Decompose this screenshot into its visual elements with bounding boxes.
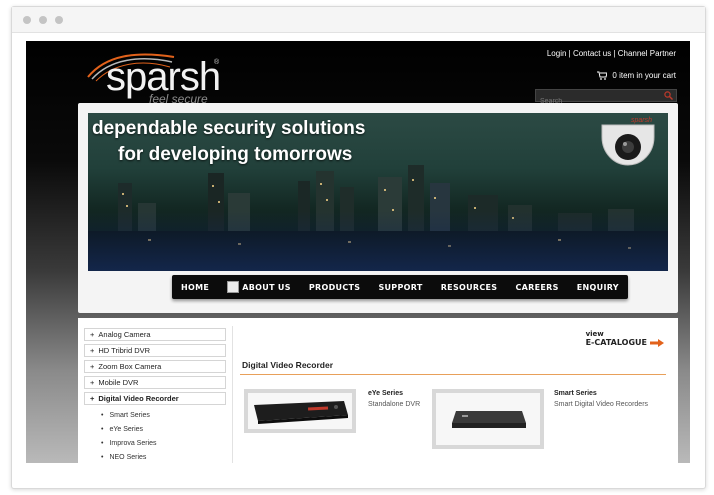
- cart-summary[interactable]: 0 item in your cart: [597, 71, 676, 80]
- bullet-icon: •: [101, 453, 104, 461]
- camera-brand-label: sparsh: [630, 117, 652, 124]
- contact-link[interactable]: Contact us: [573, 49, 611, 58]
- nav-about-us[interactable]: ABOUT US: [227, 281, 291, 293]
- plus-icon: +: [90, 346, 95, 355]
- login-link[interactable]: Login: [547, 49, 567, 58]
- product-desc-eye-series: Standalone DVR: [368, 401, 421, 408]
- sidebar-subitem-label: Improva Series: [109, 439, 157, 447]
- sidebar-item-label: HD Tribrid DVR: [98, 346, 151, 355]
- browser-frame: sparsh ® feel secure Login | Contact us …: [11, 6, 706, 489]
- search-box: [535, 89, 677, 107]
- plus-icon: +: [90, 330, 95, 339]
- browser-toolbar: [12, 7, 705, 33]
- site-logo[interactable]: sparsh ® feel secure: [86, 49, 226, 109]
- content-area: + Analog Camera + HD Tribrid DVR + Zoom …: [78, 318, 678, 463]
- page-viewport: sparsh ® feel secure Login | Contact us …: [26, 41, 690, 463]
- nav-about-us-label: ABOUT US: [242, 282, 291, 292]
- sidebar-item-hd-tribrid-dvr[interactable]: + HD Tribrid DVR: [84, 344, 226, 357]
- nav-resources[interactable]: RESOURCES: [441, 283, 498, 292]
- channel-partner-link[interactable]: Channel Partner: [618, 49, 676, 58]
- sidebar-item-zoom-box-camera[interactable]: + Zoom Box Camera: [84, 360, 226, 373]
- plus-icon: +: [90, 378, 95, 387]
- category-sidebar: + Analog Camera + HD Tribrid DVR + Zoom …: [84, 328, 226, 463]
- dvr-device-image: [452, 411, 526, 428]
- sidebar-subitem-label: NEO Series: [109, 453, 147, 461]
- banner-headline-line2: for developing tomorrows: [118, 144, 353, 165]
- banner-headline-line1: dependable security solutions: [92, 118, 366, 139]
- plus-icon: +: [90, 362, 95, 371]
- main-navigation: HOME ABOUT US PRODUCTS SUPPORT RESOURCES…: [172, 275, 628, 299]
- nav-products[interactable]: PRODUCTS: [309, 283, 360, 292]
- product-name-eye-series[interactable]: eYe Series: [368, 390, 403, 397]
- product-desc-smart-series: Smart Digital Video Recorders: [554, 401, 649, 408]
- product-listing: view E-CATALOGUE Digital Video Recorder: [240, 326, 670, 463]
- hero-banner-frame: dependable security solutions for develo…: [78, 103, 678, 313]
- banner-glow: [88, 211, 668, 271]
- content-divider: [232, 326, 233, 463]
- window-dot-icon[interactable]: [23, 16, 31, 24]
- top-links: Login | Contact us | Channel Partner: [547, 49, 676, 58]
- sidebar-subitem-label: Smart Series: [109, 411, 150, 419]
- sidebar-item-digital-video-recorder[interactable]: + Digital Video Recorder: [84, 392, 226, 405]
- sidebar-item-label: Zoom Box Camera: [98, 362, 162, 371]
- hero-banner: dependable security solutions for develo…: [88, 113, 668, 271]
- product-image-eye-series[interactable]: [244, 389, 356, 433]
- plus-icon: +: [90, 394, 95, 403]
- cart-text: 0 item in your cart: [612, 71, 676, 80]
- product-image-smart-series[interactable]: [432, 389, 544, 449]
- window-dot-icon[interactable]: [55, 16, 63, 24]
- sidebar-item-analog-camera[interactable]: + Analog Camera: [84, 328, 226, 341]
- cart-icon: [597, 71, 608, 80]
- nav-home[interactable]: HOME: [181, 283, 209, 292]
- section-title: Digital Video Recorder: [242, 360, 334, 370]
- image-placeholder-icon: [227, 281, 240, 293]
- sidebar-item-mobile-dvr[interactable]: + Mobile DVR: [84, 376, 226, 389]
- sidebar-subitem-label: eYe Series: [109, 425, 144, 433]
- sidebar-subitem-neo-series[interactable]: • NEO Series: [84, 450, 226, 463]
- sidebar-subitem-eye-series[interactable]: • eYe Series: [84, 422, 226, 436]
- ecatalogue-view-text: view: [585, 330, 604, 338]
- logo-registered-mark: ®: [214, 59, 220, 66]
- nav-careers[interactable]: CAREERS: [515, 283, 558, 292]
- section-rule: [240, 374, 666, 375]
- bullet-icon: •: [101, 425, 104, 433]
- nav-support[interactable]: SUPPORT: [378, 283, 422, 292]
- dome-camera-icon: [601, 124, 655, 166]
- bullet-icon: •: [101, 411, 104, 419]
- ecatalogue-label: E-CATALOGUE: [585, 338, 647, 347]
- sidebar-subitem-smart-series[interactable]: • Smart Series: [84, 408, 226, 422]
- sidebar-item-label: Analog Camera: [98, 330, 151, 339]
- arrow-right-icon: [650, 338, 664, 347]
- sidebar-item-label: Digital Video Recorder: [98, 394, 179, 403]
- window-dot-icon[interactable]: [39, 16, 47, 24]
- ecatalogue-label-row: E-CATALOGUE: [586, 338, 664, 347]
- search-icon[interactable]: [664, 91, 673, 100]
- nav-enquiry[interactable]: ENQUIRY: [577, 283, 619, 292]
- dvr-device-image: [254, 401, 348, 424]
- sidebar-subitem-improva-series[interactable]: • Improva Series: [84, 436, 226, 450]
- product-name-smart-series[interactable]: Smart Series: [554, 390, 597, 397]
- ecatalogue-link[interactable]: view E-CATALOGUE: [586, 330, 664, 347]
- bullet-icon: •: [101, 439, 104, 447]
- sidebar-item-label: Mobile DVR: [98, 378, 139, 387]
